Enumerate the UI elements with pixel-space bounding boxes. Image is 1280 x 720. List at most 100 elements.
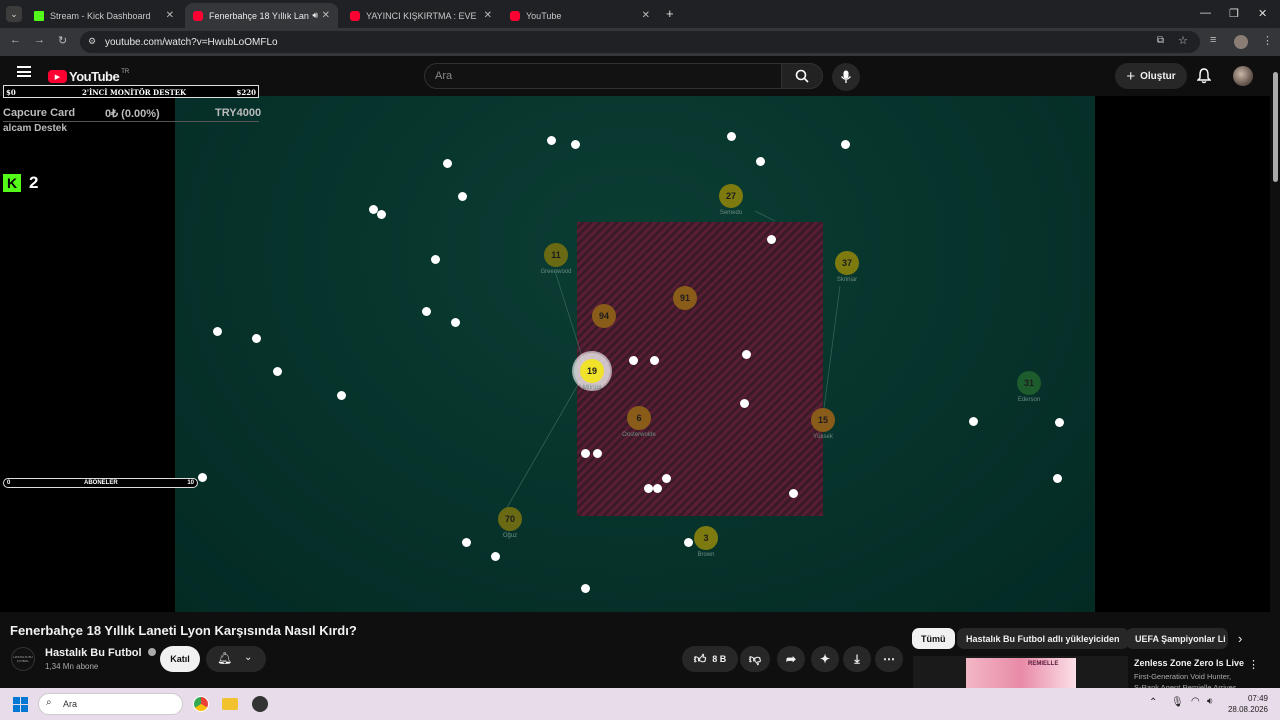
goal-target: TRY4000	[215, 107, 262, 119]
create-button[interactable]: + Oluştur	[1115, 63, 1187, 89]
ball-marker	[742, 350, 751, 359]
thumbs-down-icon: 👎︎	[748, 651, 762, 666]
search-button[interactable]	[781, 63, 823, 89]
tab-close-icon[interactable]: ✕	[484, 10, 492, 21]
tab-close-icon[interactable]: ✕	[322, 10, 330, 21]
back-icon[interactable]: ←	[10, 34, 21, 46]
player-marker: 11	[544, 243, 568, 267]
chip-uploader[interactable]: Hastalık Bu Futbol adlı yükleyiciden	[957, 628, 1129, 649]
tab-title: Stream - Kick Dashboard	[50, 10, 151, 21]
clock-time: 07:49	[1247, 694, 1268, 703]
player-name-label: Semedo	[719, 210, 743, 216]
player-name-label: Mürüqi	[582, 385, 602, 391]
chip-all[interactable]: Tümü	[912, 628, 955, 649]
tab-fenerbahce-video[interactable]: Fenerbahçe 18 Yıllık Laneti L 🔊︎ ✕	[185, 3, 338, 28]
address-bar[interactable]: ⚙ youtube.com/watch?v=HwubLoOMFLo ⧉ ☆	[80, 31, 1200, 53]
goal-subtitle: alcam Destek	[3, 123, 67, 134]
volume-icon[interactable]: 🔉︎	[1207, 696, 1213, 707]
ball-marker	[431, 255, 440, 264]
tab-close-icon[interactable]: ✕	[166, 10, 174, 21]
subscriber-count: 1,34 Mn abone	[45, 662, 99, 671]
recommendation-menu-icon[interactable]: ⋮	[1248, 658, 1259, 671]
tab-kick-dashboard[interactable]: Stream - Kick Dashboard ✕	[26, 3, 182, 28]
notifications-bell-icon[interactable]	[1196, 68, 1212, 89]
tab-yayinci-video[interactable]: YAYINCI KIŞKIRTMA : EVE DÖNÜ ✕	[342, 3, 500, 28]
player-marker: 31	[1017, 371, 1041, 395]
menu-kebab-icon[interactable]: ⋮	[1262, 34, 1273, 47]
verified-badge-icon	[147, 648, 156, 656]
file-explorer-icon[interactable]	[222, 698, 238, 710]
close-window-icon[interactable]: ✕	[1258, 7, 1267, 20]
restore-icon[interactable]: ❐	[1229, 7, 1239, 20]
chrome-taskbar-icon[interactable]	[193, 696, 209, 712]
recommendation-title[interactable]: Zenless Zone Zero Is Live	[1134, 658, 1244, 668]
media-controls-icon[interactable]: ≡	[1210, 34, 1216, 46]
wifi-icon[interactable]: ◠	[1191, 696, 1200, 707]
install-app-icon[interactable]: ⧉	[1157, 35, 1164, 46]
player-name-label: Skriniar	[836, 277, 858, 283]
donation-title: 2'İNCİ MONİTÖR DESTEK	[82, 88, 187, 97]
thumbnail-art: REMIELLE	[966, 658, 1076, 688]
join-button[interactable]: Katıl	[160, 646, 200, 672]
recommendation-thumbnail[interactable]: REMIELLE	[913, 656, 1128, 688]
ball-marker	[1055, 418, 1064, 427]
windows-start-icon[interactable]	[13, 697, 28, 712]
search-icon	[795, 69, 809, 83]
more-actions-button[interactable]: ⋯	[875, 646, 903, 672]
subscription-notify-button[interactable]: 🔔︎ ⌄	[206, 646, 266, 672]
search-icon: ⌕	[46, 697, 52, 708]
kick-count-value: 2	[29, 173, 39, 192]
ball-marker	[767, 235, 776, 244]
search-input[interactable]: Ara	[424, 63, 782, 89]
player-marker: 94	[592, 304, 616, 328]
site-info-icon[interactable]: ⚙	[88, 36, 96, 47]
microphone-tray-icon[interactable]: 🎙︎	[1171, 697, 1184, 708]
ball-marker	[593, 449, 602, 458]
download-button[interactable]: ⤓	[843, 646, 871, 672]
minimize-icon[interactable]: —	[1200, 7, 1211, 19]
voice-search-button[interactable]	[832, 63, 860, 91]
tray-chevron-icon[interactable]: ⌃	[1149, 697, 1157, 708]
kick-favicon-icon	[34, 10, 44, 21]
chip-ucl[interactable]: UEFA Şampiyonlar Li	[1126, 628, 1228, 649]
microphone-icon	[840, 70, 852, 83]
app-taskbar-icon[interactable]	[252, 696, 268, 712]
youtube-favicon-icon	[350, 10, 360, 21]
tab-close-icon[interactable]: ✕	[642, 10, 650, 21]
player-marker: 27	[719, 184, 743, 208]
tab-youtube[interactable]: YouTube ✕	[502, 3, 658, 28]
kick-logo-icon: K	[3, 174, 21, 192]
tab-search-button[interactable]: ⌄	[6, 6, 22, 22]
ball-marker	[252, 334, 261, 343]
ask-ai-button[interactable]: ✦	[811, 646, 839, 672]
hamburger-menu-icon[interactable]	[17, 66, 31, 77]
speaker-icon[interactable]: 🔊︎	[312, 10, 318, 21]
goal-progress: 0₺ (0.00%)	[105, 108, 160, 120]
system-clock[interactable]: 07:49 28.08.2026	[1228, 693, 1268, 715]
taskbar-search[interactable]: ⌕ Ara	[38, 693, 183, 715]
sub-label: ABONELER	[84, 480, 118, 486]
ball-marker	[443, 159, 452, 168]
account-avatar[interactable]	[1233, 66, 1253, 86]
like-button[interactable]: 👍︎ 8 B	[682, 646, 738, 672]
chevron-right-icon[interactable]: ›	[1238, 631, 1242, 646]
youtube-logo[interactable]: ▶ YouTube TR	[48, 69, 129, 84]
profile-avatar-icon[interactable]	[1234, 35, 1248, 49]
share-button[interactable]: ➦	[777, 646, 805, 672]
channel-avatar[interactable]: HASTALIK BU FUTBOL	[11, 647, 35, 671]
pass-lines	[504, 210, 841, 512]
dislike-button[interactable]: 👎︎	[740, 646, 770, 672]
channel-name[interactable]: Hastalık Bu Futbol	[45, 647, 156, 659]
scrollbar-thumb[interactable]	[1273, 72, 1278, 182]
forward-icon[interactable]: →	[34, 34, 45, 46]
new-tab-icon[interactable]: +	[666, 6, 674, 21]
page-scrollbar[interactable]	[1271, 56, 1280, 688]
donation-current: $0	[6, 88, 16, 97]
ball-marker	[684, 538, 693, 547]
player-marker: 15	[811, 408, 835, 432]
player-name-label: Brown	[697, 552, 715, 558]
reload-icon[interactable]: ↻	[58, 34, 67, 47]
bookmark-star-icon[interactable]: ☆	[1178, 34, 1188, 47]
player-name-label: Yüksek	[813, 434, 833, 440]
player-marker: 6	[627, 406, 651, 430]
